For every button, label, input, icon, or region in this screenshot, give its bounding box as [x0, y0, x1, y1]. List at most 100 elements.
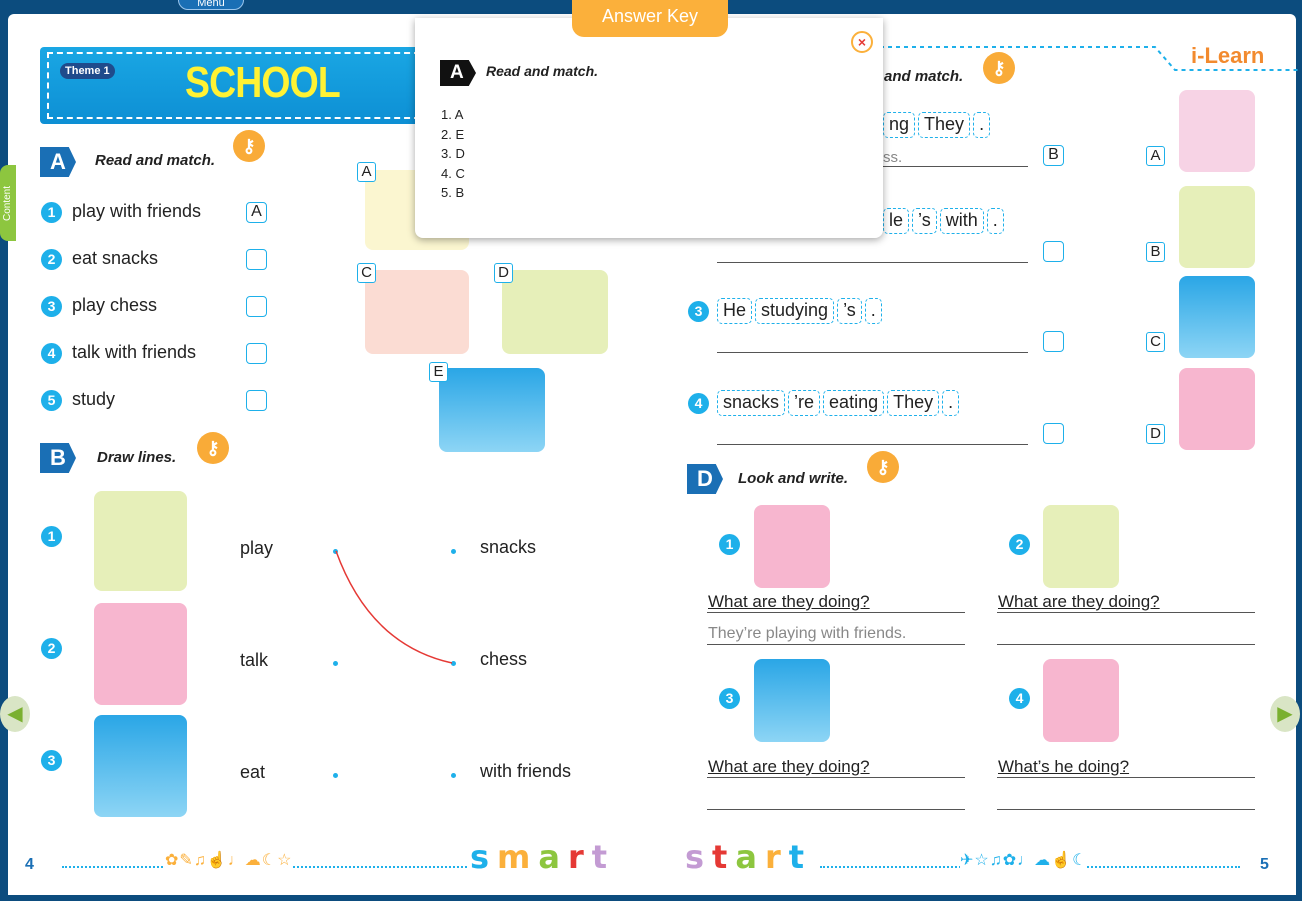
right-word: chess [480, 649, 528, 669]
word-tile[interactable]: ’s [837, 298, 862, 324]
answer-item: 5. B [441, 185, 465, 200]
word-tile[interactable]: . [864, 298, 882, 324]
answer-line[interactable] [707, 644, 965, 645]
item-number: 1 [719, 534, 740, 555]
word-tile[interactable]: ’s [912, 208, 937, 234]
left-dot[interactable] [333, 773, 338, 778]
answer-line[interactable] [707, 809, 965, 810]
item-picture [754, 505, 830, 588]
logo-letter: t [591, 838, 608, 876]
picture-label: A [357, 162, 376, 182]
right-word: with friends [480, 761, 572, 781]
row-picture [94, 715, 187, 817]
item-number: 1 [41, 202, 62, 223]
answer-box[interactable] [246, 390, 267, 411]
word-tile[interactable]: He [717, 298, 753, 324]
answer-item: 2. E [441, 126, 465, 142]
item-picture [754, 659, 830, 742]
answer-box[interactable] [246, 249, 267, 270]
item-number: 2 [1009, 534, 1030, 555]
answer-box[interactable]: B [1043, 145, 1064, 166]
answer-box[interactable] [1043, 331, 1064, 352]
answer-line [717, 444, 1028, 445]
answer-text: They’re playing with friends. [708, 625, 907, 642]
word-tile[interactable]: . [986, 208, 1004, 234]
word-tile[interactable]: studying [755, 298, 835, 324]
picture-label: B [1146, 242, 1165, 262]
answer-box[interactable]: A [246, 202, 267, 223]
word-tile[interactable]: ’re [788, 390, 821, 416]
question: What’s he doing? [998, 757, 1130, 776]
section-b-badge: B [40, 443, 76, 473]
row-number: 4 [688, 393, 709, 414]
logo-letter: t [712, 838, 728, 876]
key-icon[interactable]: ⚷ [233, 130, 265, 162]
item-text: talk with friends [72, 342, 197, 362]
item-text: play with friends [72, 201, 202, 221]
answer-line [717, 352, 1028, 353]
answer-box[interactable] [1043, 423, 1064, 444]
next-page-button[interactable]: ▶ [1270, 696, 1300, 732]
picture-c [365, 270, 469, 354]
answer-section-badge: A [440, 60, 476, 86]
theme-label: Theme 1 [60, 63, 115, 79]
picture-label: A [1146, 146, 1165, 166]
answer-key-tab[interactable]: Answer Key [572, 0, 728, 37]
sentence-picture [1179, 368, 1255, 450]
row-number: 3 [688, 301, 709, 322]
answer-line[interactable] [997, 644, 1255, 645]
decorative-icons: ✈☆♫✿♩☁☝☾ [960, 850, 1088, 870]
word-tile[interactable]: with [939, 208, 984, 234]
drawn-line [335, 550, 453, 664]
logo-letter: a [538, 838, 560, 876]
row-picture [94, 603, 187, 705]
answer-list: 1. A 2. E 3. D 4. C 5. B [441, 105, 465, 203]
section-a-badge: A [40, 147, 76, 177]
word-tile[interactable]: eating [823, 390, 885, 416]
answer-item: 1. A [441, 107, 464, 122]
question-line [997, 777, 1255, 778]
footer-logo-smart: smart [470, 838, 616, 876]
footer-logo-start: start [685, 838, 813, 876]
content-tab[interactable]: Content [0, 165, 16, 241]
picture-d [502, 270, 608, 354]
answer-item: 4. C [441, 165, 465, 181]
key-icon[interactable]: ⚷ [197, 432, 229, 464]
word-tile[interactable]: . [942, 390, 960, 416]
picture-label: D [1146, 424, 1165, 444]
item-number: 3 [719, 688, 740, 709]
word-tile[interactable]: snacks [717, 390, 786, 416]
word-tile[interactable]: They [887, 390, 940, 416]
answer-box[interactable] [246, 296, 267, 317]
item-number: 4 [41, 343, 62, 364]
word-tile[interactable]: ng [883, 112, 916, 138]
header-dotted-border [880, 46, 1300, 71]
menu-button[interactable]: Menu [178, 0, 244, 10]
answer-line [717, 262, 1028, 263]
row-number: 2 [41, 638, 62, 659]
close-icon[interactable]: × [851, 31, 873, 53]
word-tiles: He studying’s. [717, 298, 885, 324]
prev-page-button[interactable]: ◀ [0, 696, 30, 732]
answer-section-title: Read and match. [486, 63, 599, 79]
logo-letter: t [788, 838, 805, 876]
logo-letter: a [735, 838, 757, 876]
picture-label: D [494, 263, 513, 283]
row-number: 1 [41, 526, 62, 547]
sentence-picture [1179, 90, 1255, 172]
item-picture [1043, 505, 1119, 588]
answer-box[interactable] [246, 343, 267, 364]
word-tile[interactable]: They [918, 112, 971, 138]
item-number: 3 [41, 296, 62, 317]
logo-letter: r [567, 838, 584, 876]
sentence-picture [1179, 276, 1255, 358]
question: What are they doing? [998, 592, 1160, 611]
word-tile[interactable]: le [883, 208, 910, 234]
key-icon[interactable]: ⚷ [867, 451, 899, 483]
word-tile[interactable]: . [973, 112, 991, 138]
item-number: 2 [41, 249, 62, 270]
right-dot[interactable] [451, 773, 456, 778]
answer-line[interactable] [997, 809, 1255, 810]
section-d-title: Look and write. [738, 470, 849, 487]
answer-box[interactable] [1043, 241, 1064, 262]
